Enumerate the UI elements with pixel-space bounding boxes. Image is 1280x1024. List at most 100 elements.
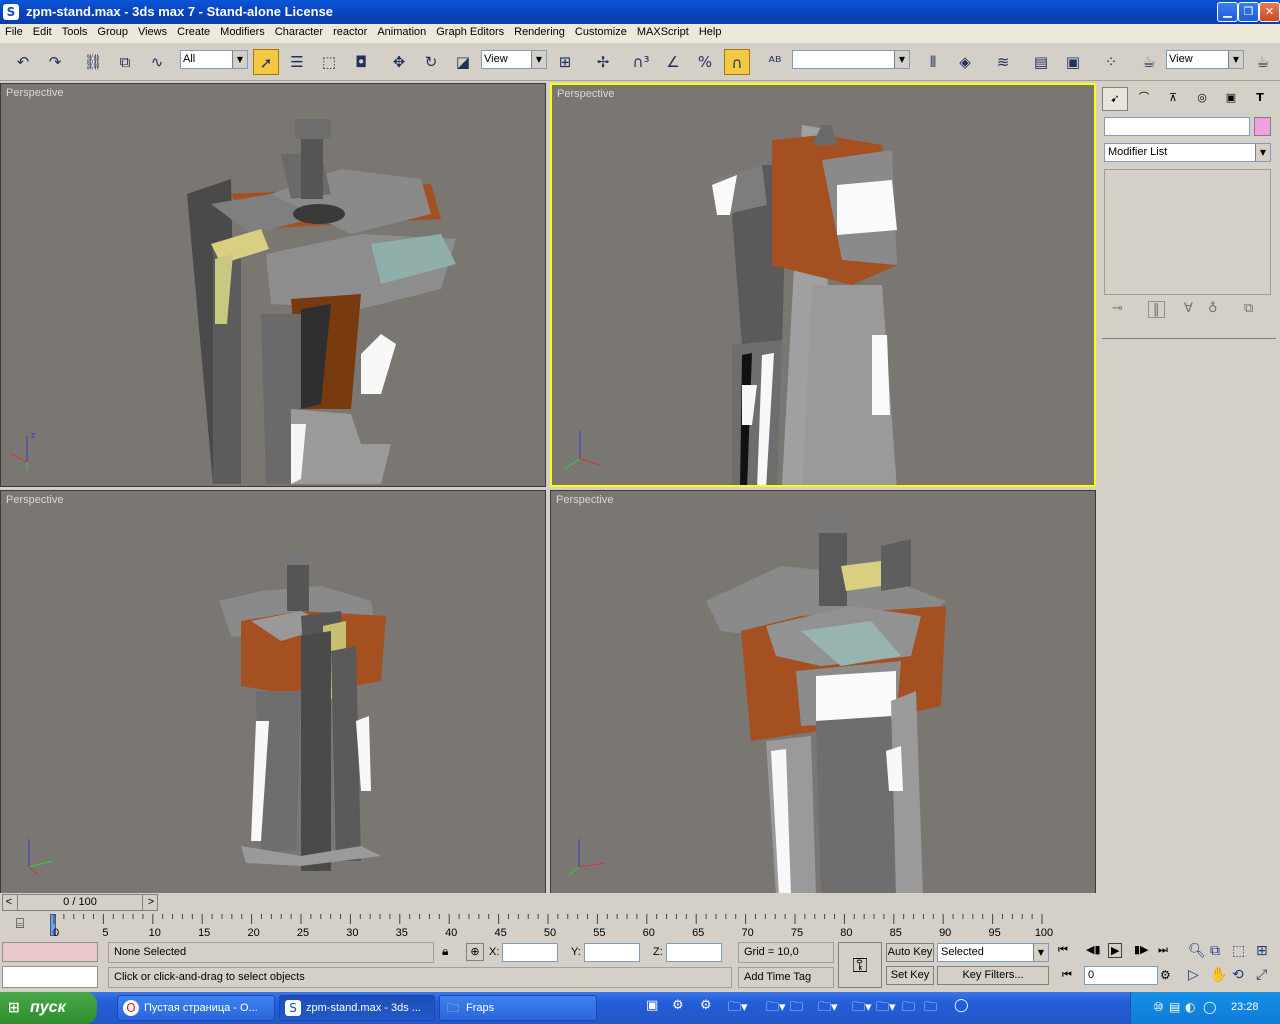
time-configuration-icon[interactable]: ⚙: [1160, 968, 1171, 982]
angle-snap-icon[interactable]: ∠: [660, 49, 686, 75]
menu-help[interactable]: Help: [694, 24, 727, 38]
show-desktop-icon[interactable]: ▣: [646, 998, 658, 1013]
spinner-snap-icon[interactable]: ∩: [724, 49, 750, 75]
bind-to-space-warp-icon[interactable]: ∿: [144, 49, 170, 75]
selection-filter-dropdown[interactable]: All ▼: [180, 50, 248, 69]
folder-icon[interactable]: 🗀▾: [766, 998, 786, 1020]
select-object-icon[interactable]: ➚: [253, 49, 279, 75]
frame-counter[interactable]: 0 / 100: [17, 895, 143, 910]
select-and-rotate-icon[interactable]: ↻: [418, 49, 444, 75]
prev-key-icon[interactable]: ◀▮: [1086, 943, 1101, 956]
lock-selection-icon[interactable]: 🔒︎: [442, 944, 456, 960]
taskbar-item-fraps[interactable]: 🗀 Fraps: [439, 995, 597, 1021]
rectangular-selection-icon[interactable]: ⬚: [316, 49, 342, 75]
menu-edit[interactable]: Edit: [28, 24, 57, 38]
folder-icon[interactable]: 🗀: [902, 998, 915, 1020]
fraps-icon[interactable]: ⑩: [1153, 1000, 1164, 1014]
menu-modifiers[interactable]: Modifiers: [215, 24, 270, 38]
goto-start-icon[interactable]: ⏮: [1058, 943, 1068, 957]
create-tab-icon[interactable]: ➹: [1102, 87, 1128, 111]
menu-tools[interactable]: Tools: [57, 24, 93, 38]
viewport-label[interactable]: Perspective: [6, 494, 63, 506]
menu-character[interactable]: Character: [270, 24, 328, 38]
object-color-swatch[interactable]: [1254, 117, 1271, 136]
volume-icon[interactable]: ◐: [1185, 1000, 1195, 1014]
key-filters-button[interactable]: Key Filters...: [937, 966, 1049, 985]
pin-stack-icon[interactable]: ⊸: [1112, 301, 1123, 316]
zoom-extents-icon[interactable]: ⬚: [1232, 943, 1245, 959]
settings-icon[interactable]: ⚙: [672, 998, 684, 1013]
viewport-bottom-left[interactable]: Perspective: [0, 490, 546, 894]
menu-group[interactable]: Group: [92, 24, 133, 38]
menu-rendering[interactable]: Rendering: [509, 24, 570, 38]
taskbar-item-3dsmax[interactable]: S zpm-stand.max - 3ds ...: [279, 995, 435, 1021]
material-editor-icon[interactable]: ⁘: [1098, 49, 1124, 75]
curve-editor-icon[interactable]: ▤: [1028, 49, 1054, 75]
play-icon[interactable]: ▶: [1108, 943, 1123, 958]
viewport-top-right[interactable]: Perspective: [550, 83, 1096, 487]
taskbar-item-opera[interactable]: O Пустая страница - О...: [117, 995, 275, 1021]
select-and-scale-icon[interactable]: ◪: [450, 49, 476, 75]
remove-modifier-icon[interactable]: ♁: [1208, 301, 1218, 316]
time-slider-track[interactable]: < 0 / 100 >: [2, 894, 158, 911]
select-and-link-icon[interactable]: ⛓: [80, 49, 106, 75]
menu-create[interactable]: Create: [172, 24, 215, 38]
folder-icon[interactable]: 🗀▾: [728, 998, 748, 1020]
opera-tray-icon[interactable]: ◯: [1203, 1000, 1216, 1014]
set-key-button[interactable]: Set Key: [886, 966, 934, 985]
maxscript-listener-white[interactable]: [2, 966, 98, 988]
undo-icon[interactable]: ↶: [10, 49, 36, 75]
viewport-label[interactable]: Perspective: [6, 87, 63, 99]
zoom-icon[interactable]: 🔍︎: [1188, 943, 1206, 959]
network-icon[interactable]: ▤: [1169, 1000, 1180, 1014]
open-mini-curve-editor-icon[interactable]: ⌸: [8, 916, 32, 936]
zoom-all-icon[interactable]: ⧉: [1210, 943, 1220, 959]
pivot-center-icon[interactable]: ⊞: [552, 49, 578, 75]
viewport-label[interactable]: Perspective: [557, 88, 614, 100]
schematic-view-icon[interactable]: ▣: [1060, 49, 1086, 75]
render-view-dropdown[interactable]: View ▼: [1166, 50, 1244, 69]
show-end-result-icon[interactable]: ‖: [1148, 301, 1165, 318]
percent-snap-icon[interactable]: %: [692, 49, 718, 75]
opera-icon[interactable]: ◯: [954, 998, 969, 1013]
next-key-icon[interactable]: ▮▶: [1134, 943, 1149, 956]
gear-icon[interactable]: ⚙: [700, 998, 712, 1013]
goto-end-icon[interactable]: ⏭: [1158, 943, 1168, 957]
folder-icon[interactable]: 🗀: [924, 998, 937, 1020]
maximize-viewport-icon[interactable]: ⤢: [1256, 967, 1267, 983]
render-scene-icon[interactable]: ☕: [1136, 49, 1162, 75]
modifier-list-dropdown[interactable]: Modifier List ▼: [1104, 143, 1271, 162]
object-name-field[interactable]: [1104, 117, 1250, 136]
timeline-ruler[interactable]: 0 5 10 15 20 25 30 35 40 45 50 55 60 65 70 75 80 85 90 95 10…: [40, 912, 1098, 940]
viewport-top-left[interactable]: Perspective z: [0, 83, 546, 487]
auto-key-button[interactable]: Auto Key: [886, 943, 934, 962]
maxscript-listener-pink[interactable]: [2, 942, 98, 962]
current-frame-field[interactable]: 0: [1084, 966, 1158, 985]
menu-maxscript[interactable]: MAXScript: [632, 24, 694, 38]
next-frame-button[interactable]: >: [145, 895, 157, 910]
close-button[interactable]: ✕: [1259, 2, 1280, 22]
utilities-tab-icon[interactable]: T: [1247, 87, 1273, 111]
hierarchy-tab-icon[interactable]: ⊼: [1160, 87, 1186, 111]
add-time-tag-button[interactable]: Add Time Tag: [738, 967, 834, 988]
viewport-label[interactable]: Perspective: [556, 494, 613, 506]
layer-manager-icon[interactable]: ≋: [990, 49, 1016, 75]
menu-graph-editors[interactable]: Graph Editors: [431, 24, 509, 38]
redo-icon[interactable]: ↷: [42, 49, 68, 75]
unlink-selection-icon[interactable]: ⧉: [112, 49, 138, 75]
quick-render-icon[interactable]: ☕: [1250, 49, 1276, 75]
absolute-mode-icon[interactable]: ⊕: [466, 943, 484, 961]
key-mode-dropdown[interactable]: Selected ▼: [937, 943, 1049, 962]
y-coordinate-field[interactable]: [584, 943, 640, 962]
menu-views[interactable]: Views: [133, 24, 172, 38]
field-of-view-icon[interactable]: ▷: [1188, 967, 1199, 983]
menu-animation[interactable]: Animation: [372, 24, 431, 38]
maximize-button[interactable]: ❐: [1238, 2, 1259, 22]
time-slider[interactable]: < 0 / 100 >: [0, 893, 1098, 912]
folder-icon[interactable]: 🗀: [790, 998, 803, 1020]
select-by-name-icon[interactable]: ☰: [284, 49, 310, 75]
configure-modifier-sets-icon[interactable]: ⧉: [1244, 301, 1253, 316]
menu-customize[interactable]: Customize: [570, 24, 632, 38]
snaps-toggle-icon[interactable]: ∩³: [628, 49, 654, 75]
menu-file[interactable]: File: [0, 24, 28, 38]
